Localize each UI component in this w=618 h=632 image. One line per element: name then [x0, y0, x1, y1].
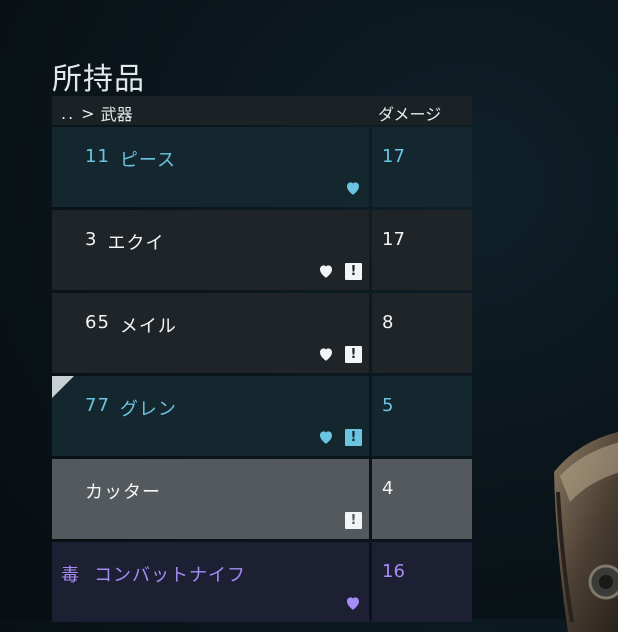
item-name: コンバットナイフ: [94, 565, 246, 586]
item-quantity: 65: [85, 312, 110, 333]
warning-icon: !: [345, 428, 362, 446]
breadcrumb[interactable]: .. > 武器: [61, 101, 133, 125]
item-name-cell[interactable]: 65 メイル !: [52, 293, 369, 373]
item-damage-cell: 17: [372, 210, 472, 290]
item-damage-cell: 8: [372, 293, 472, 373]
item-damage-cell: 5: [372, 376, 472, 456]
item-name-cell[interactable]: カッター !: [52, 459, 369, 539]
item-quantity: 3: [85, 229, 98, 250]
poison-tag: 毒: [61, 565, 80, 586]
breadcrumb-separator: >: [81, 103, 95, 123]
list-header: .. > 武器 ダメージ: [52, 96, 472, 125]
inventory-title: 所持品: [52, 62, 145, 97]
equipped-corner-marker: [52, 376, 74, 398]
inventory-row-1[interactable]: 3 エクイ ! 17: [52, 210, 472, 290]
inventory-row-4[interactable]: カッター ! 4: [52, 459, 472, 539]
item-name: エクイ: [107, 233, 165, 254]
breadcrumb-up[interactable]: ..: [61, 104, 75, 123]
item-name: メイル: [119, 316, 177, 337]
item-preview-model: [554, 432, 618, 632]
inventory-row-2[interactable]: 65 メイル ! 8: [52, 293, 472, 373]
item-damage: 8: [382, 312, 394, 333]
item-damage-cell: 4: [372, 459, 472, 539]
inventory-row-3[interactable]: 77 グレン ! 5: [52, 376, 472, 456]
item-name-cell[interactable]: 毒 コンバットナイフ: [52, 542, 369, 622]
item-quantity: 77: [85, 395, 110, 416]
item-damage-cell: 17: [372, 127, 472, 207]
heart-icon: [320, 265, 332, 278]
heart-icon: [347, 182, 359, 195]
item-damage: 16: [382, 561, 405, 582]
item-damage: 5: [382, 395, 394, 416]
item-damage: 4: [382, 478, 394, 499]
item-damage-cell: 16: [372, 542, 472, 622]
warning-icon: !: [345, 345, 362, 363]
heart-icon: [347, 597, 359, 610]
item-name: ピース: [119, 150, 177, 171]
item-name-cell[interactable]: 11 ピース: [52, 127, 369, 207]
inventory-row-5[interactable]: 毒 コンバットナイフ 16: [52, 542, 472, 622]
item-damage: 17: [382, 146, 405, 167]
item-name: グレン: [119, 399, 177, 420]
item-damage: 17: [382, 229, 405, 250]
breadcrumb-category: 武器: [100, 105, 133, 124]
inventory-row-0[interactable]: 11 ピース 17: [52, 127, 472, 207]
warning-icon: !: [345, 512, 362, 529]
item-name-cell[interactable]: 3 エクイ !: [52, 210, 369, 290]
damage-column-header[interactable]: ダメージ: [378, 101, 441, 125]
heart-icon: [320, 431, 332, 444]
item-name-cell[interactable]: 77 グレン !: [52, 376, 369, 456]
item-quantity: 11: [85, 146, 110, 167]
heart-icon: [320, 348, 332, 361]
item-name: カッター: [85, 482, 161, 503]
warning-icon: !: [345, 262, 362, 280]
